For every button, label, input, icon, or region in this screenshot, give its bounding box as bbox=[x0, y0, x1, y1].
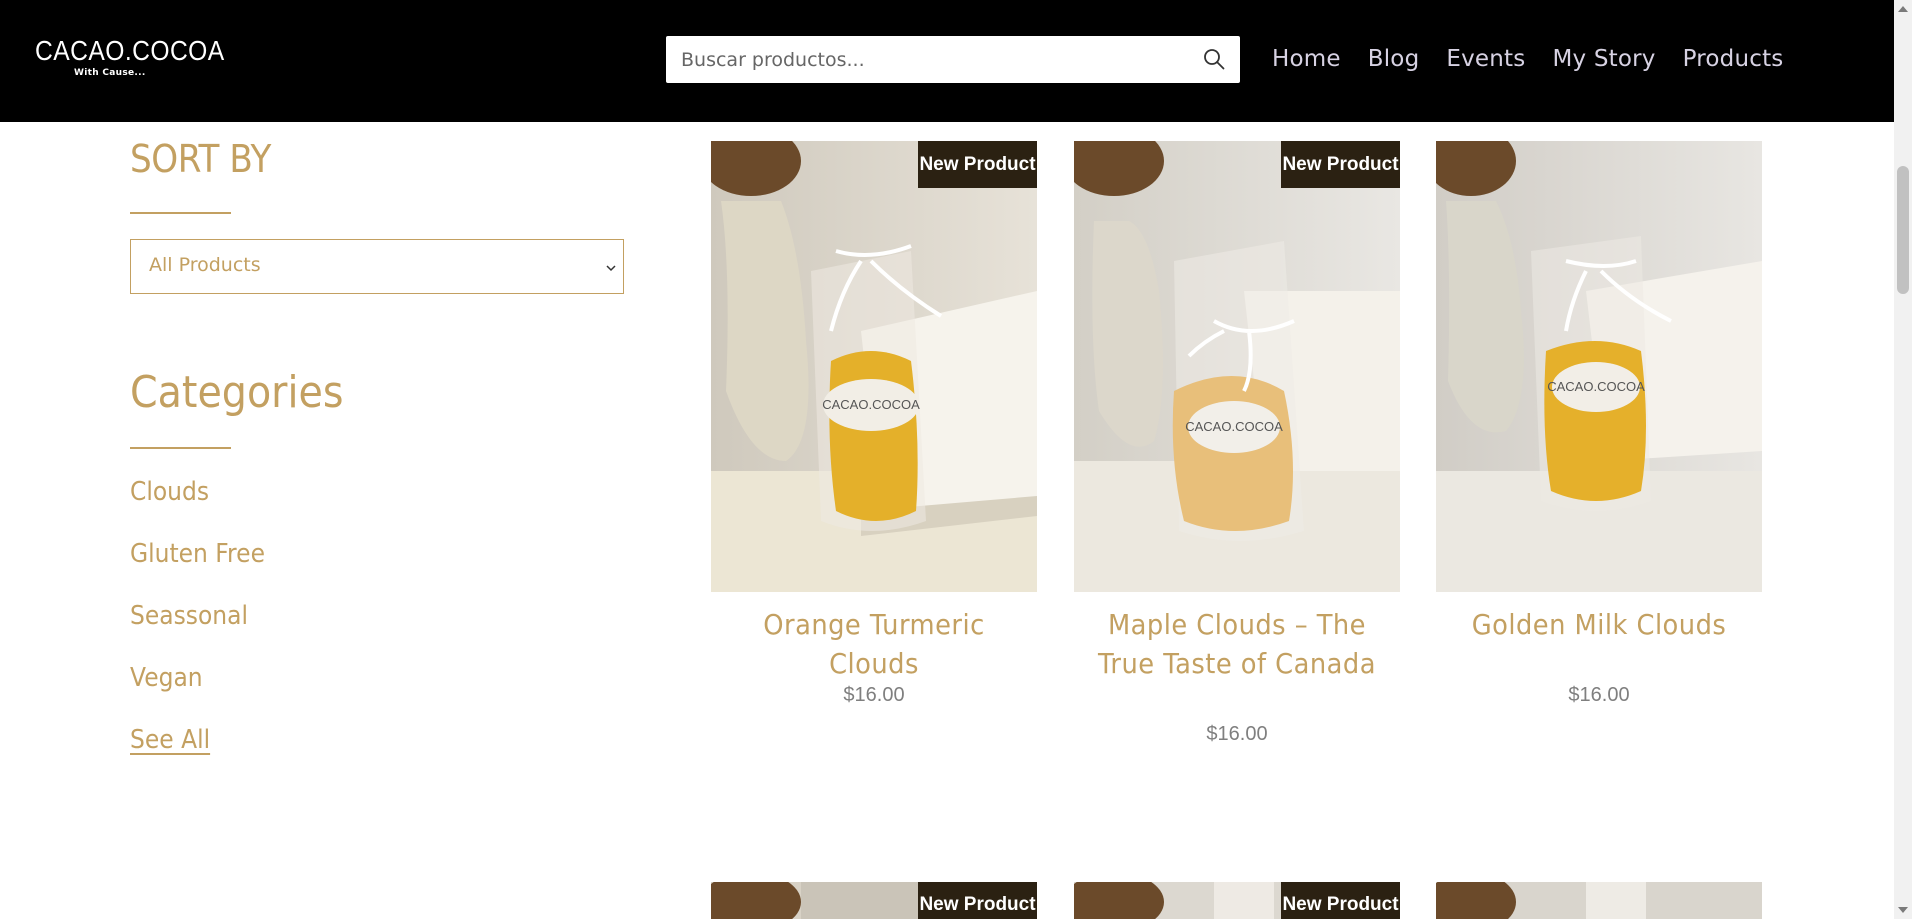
product-photo bbox=[1436, 882, 1762, 919]
logo-wordmark: CACAO.COCOA bbox=[35, 35, 225, 66]
product-card-next-row[interactable] bbox=[1436, 882, 1762, 919]
product-card-next-row[interactable]: New Product bbox=[711, 882, 1037, 919]
product-price: $16.00 bbox=[1206, 723, 1268, 745]
chevron-down-icon bbox=[606, 265, 616, 272]
product-image[interactable]: CACAO.COCOA New Product bbox=[1074, 141, 1400, 592]
nav-my-story[interactable]: My Story bbox=[1552, 42, 1655, 76]
main-nav: Home Blog Events My Story Products bbox=[1272, 42, 1784, 76]
sort-select[interactable]: All Products bbox=[130, 239, 624, 294]
bag-label: CACAO.COCOA bbox=[1547, 379, 1645, 394]
categories-divider bbox=[130, 447, 231, 449]
sort-divider bbox=[130, 212, 231, 214]
product-photo: CACAO.COCOA bbox=[1436, 141, 1762, 592]
bag-label: CACAO.COCOA bbox=[1185, 419, 1283, 434]
search-input[interactable] bbox=[666, 36, 1186, 83]
new-product-badge: New Product bbox=[918, 882, 1037, 919]
product-photo: CACAO.COCOA bbox=[1074, 141, 1400, 592]
product-title[interactable]: Golden Milk Clouds bbox=[1449, 605, 1749, 644]
product-title[interactable]: Maple Clouds – The True Taste of Canada bbox=[1087, 605, 1387, 683]
nav-home[interactable]: Home bbox=[1272, 42, 1341, 76]
category-seassonal[interactable]: Seassonal bbox=[130, 596, 265, 658]
scroll-up-arrow-icon[interactable] bbox=[1898, 6, 1908, 12]
product-title[interactable]: Orange Turmeric Clouds bbox=[724, 605, 1024, 683]
scrollbar-thumb[interactable] bbox=[1897, 166, 1909, 294]
see-all-link[interactable]: See All bbox=[130, 720, 265, 782]
nav-products[interactable]: Products bbox=[1683, 42, 1784, 76]
product-price: $16.00 bbox=[843, 684, 905, 706]
product-card-next-row[interactable]: New Product bbox=[1074, 882, 1400, 919]
site-logo[interactable]: CACAO.COCOA With Cause... bbox=[35, 35, 251, 79]
new-product-badge: New Product bbox=[918, 141, 1037, 188]
category-list: Clouds Gluten Free Seassonal Vegan See A… bbox=[130, 472, 280, 782]
category-gluten-free[interactable]: Gluten Free bbox=[130, 534, 265, 596]
product-photo: CACAO.COCOA bbox=[711, 141, 1037, 592]
nav-events[interactable]: Events bbox=[1446, 42, 1525, 76]
site-header: CACAO.COCOA With Cause... Home Blog Even… bbox=[0, 0, 1894, 122]
search-icon[interactable] bbox=[1202, 47, 1226, 71]
category-vegan[interactable]: Vegan bbox=[130, 658, 265, 720]
product-image[interactable]: CACAO.COCOA New Product bbox=[711, 141, 1037, 592]
bag-label: CACAO.COCOA bbox=[822, 397, 920, 412]
page-scrollbar[interactable] bbox=[1894, 0, 1912, 919]
categories-heading: Categories bbox=[130, 367, 344, 418]
search-bar bbox=[666, 36, 1240, 83]
sort-select-value: All Products bbox=[149, 254, 261, 276]
new-product-badge: New Product bbox=[1281, 882, 1400, 919]
category-clouds[interactable]: Clouds bbox=[130, 472, 265, 534]
new-product-badge: New Product bbox=[1281, 141, 1400, 188]
logo-tagline: With Cause... bbox=[74, 68, 146, 78]
scroll-down-arrow-icon[interactable] bbox=[1898, 907, 1908, 913]
product-price: $16.00 bbox=[1568, 684, 1630, 706]
product-image[interactable]: CACAO.COCOA bbox=[1436, 141, 1762, 592]
page: CACAO.COCOA With Cause... Home Blog Even… bbox=[0, 0, 1912, 919]
sort-by-heading: SORT BY bbox=[130, 137, 272, 181]
nav-blog[interactable]: Blog bbox=[1368, 42, 1420, 76]
